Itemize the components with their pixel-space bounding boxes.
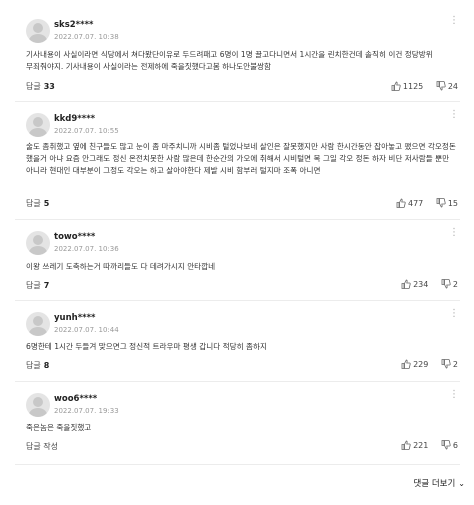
comment-item: kkd9**** 2022.07.07. 10:55 ⋮ 술도 좀취했고 옆에 …: [15, 101, 460, 220]
like-button[interactable]: 1125: [391, 81, 423, 91]
more-icon[interactable]: ⋮: [449, 110, 459, 120]
thumbs-up-icon: [401, 279, 411, 289]
reply-button[interactable]: 답글 5: [26, 198, 49, 209]
reply-button[interactable]: 답글 7: [26, 280, 49, 291]
avatar[interactable]: [26, 113, 50, 137]
thumbs-down-icon: [441, 359, 451, 369]
comment-item: sks2**** 2022.07.07. 10:38 ⋮ 기사내용이 사실이라면…: [15, 8, 460, 102]
comment-nickname[interactable]: sks2****: [54, 20, 93, 30]
dislike-count: 15: [447, 199, 458, 208]
like-count: 1125: [402, 82, 424, 91]
comment-date: 2022.07.07. 10:44: [54, 326, 119, 334]
dislike-button[interactable]: 24: [436, 81, 458, 91]
like-button[interactable]: 234: [401, 279, 428, 289]
dislike-count: 24: [447, 82, 458, 91]
comment-nickname[interactable]: towo****: [54, 232, 95, 242]
dislike-count: 2: [452, 280, 458, 289]
vote-group: 477 15: [386, 198, 458, 208]
dislike-button[interactable]: 6: [441, 440, 458, 450]
avatar[interactable]: [26, 231, 50, 255]
more-comments-label: 댓글 더보기: [413, 479, 456, 489]
thumbs-down-icon: [441, 440, 451, 450]
comment-date: 2022.07.07. 10:36: [54, 245, 119, 253]
reply-button[interactable]: 답글 8: [26, 360, 49, 371]
vote-group: 1125 24: [381, 81, 458, 91]
dislike-button[interactable]: 15: [436, 198, 458, 208]
comment-item: yunh**** 2022.07.07. 10:44 ⋮ 6명한테 1시간 두들…: [15, 300, 460, 382]
thumbs-down-icon: [441, 279, 451, 289]
vote-group: 229 2: [391, 359, 458, 369]
reply-count: 7: [43, 281, 50, 290]
reply-label: 답글: [26, 361, 41, 370]
dislike-count: 2: [452, 360, 458, 369]
more-icon[interactable]: ⋮: [449, 16, 459, 26]
comment-text: 죽은놈은 죽을짓했고: [26, 423, 92, 432]
reply-label: 답글: [26, 82, 41, 91]
avatar[interactable]: [26, 312, 50, 336]
comment-text: 6명한테 1시간 두들겨 맞으면그 정신적 트라우마 평생 갑니다 적당히 좀하…: [26, 342, 267, 351]
reply-count: 8: [43, 361, 50, 370]
reply-count: 5: [43, 199, 50, 208]
like-button[interactable]: 221: [401, 440, 428, 450]
comment-date: 2022.07.07. 10:55: [54, 127, 119, 135]
avatar[interactable]: [26, 393, 50, 417]
reply-label: 답글: [26, 281, 41, 290]
comment-nickname[interactable]: yunh****: [54, 313, 95, 323]
more-icon[interactable]: ⋮: [449, 390, 459, 400]
reply-label: 답글 작성: [26, 442, 58, 451]
thumbs-up-icon: [396, 198, 406, 208]
comment-text: 기사내용이 사실이라면 식당에서 쳐다봤단이유로 두드려패고 6명이 1명 끌고…: [26, 50, 433, 71]
vote-group: 221 6: [391, 440, 458, 450]
thumbs-up-icon: [391, 81, 401, 91]
reply-button[interactable]: 답글 작성: [26, 441, 61, 452]
like-button[interactable]: 229: [401, 359, 428, 369]
comment-date: 2022.07.07. 19:33: [54, 407, 119, 415]
comment-date: 2022.07.07. 10:38: [54, 33, 119, 41]
comment-item: woo6**** 2022.07.07. 19:33 ⋮ 죽은놈은 죽을짓했고 …: [15, 381, 460, 465]
reply-count: 33: [43, 82, 55, 91]
avatar[interactable]: [26, 19, 50, 43]
dislike-button[interactable]: 2: [441, 279, 458, 289]
dislike-button[interactable]: 2: [441, 359, 458, 369]
more-comments-button[interactable]: 댓글 더보기 ⌄: [413, 477, 465, 489]
like-count: 221: [413, 441, 429, 450]
like-button[interactable]: 477: [396, 198, 423, 208]
vote-group: 234 2: [391, 279, 458, 289]
reply-button[interactable]: 답글 33: [26, 81, 55, 92]
thumbs-up-icon: [401, 440, 411, 450]
like-count: 234: [413, 280, 429, 289]
thumbs-down-icon: [436, 81, 446, 91]
comment-text: 술도 좀취했고 옆에 친구들도 많고 눈이 좀 마주치니까 시비좀 털었나보네 …: [26, 142, 456, 175]
comment-nickname[interactable]: woo6****: [54, 394, 97, 404]
thumbs-down-icon: [436, 198, 446, 208]
like-count: 229: [413, 360, 429, 369]
reply-label: 답글: [26, 199, 41, 208]
dislike-count: 6: [452, 441, 458, 450]
like-count: 477: [407, 199, 424, 208]
chevron-down-icon: ⌄: [458, 479, 465, 488]
comment-nickname[interactable]: kkd9****: [54, 114, 95, 124]
thumbs-up-icon: [401, 359, 411, 369]
more-icon[interactable]: ⋮: [449, 228, 459, 238]
comment-text: 이왕 쓰레기 도축하는거 따까리들도 다 데려가시지 안타깝네: [26, 262, 216, 271]
more-icon[interactable]: ⋮: [449, 309, 459, 319]
comment-item: towo**** 2022.07.07. 10:36 ⋮ 이왕 쓰레기 도축하는…: [15, 219, 460, 301]
